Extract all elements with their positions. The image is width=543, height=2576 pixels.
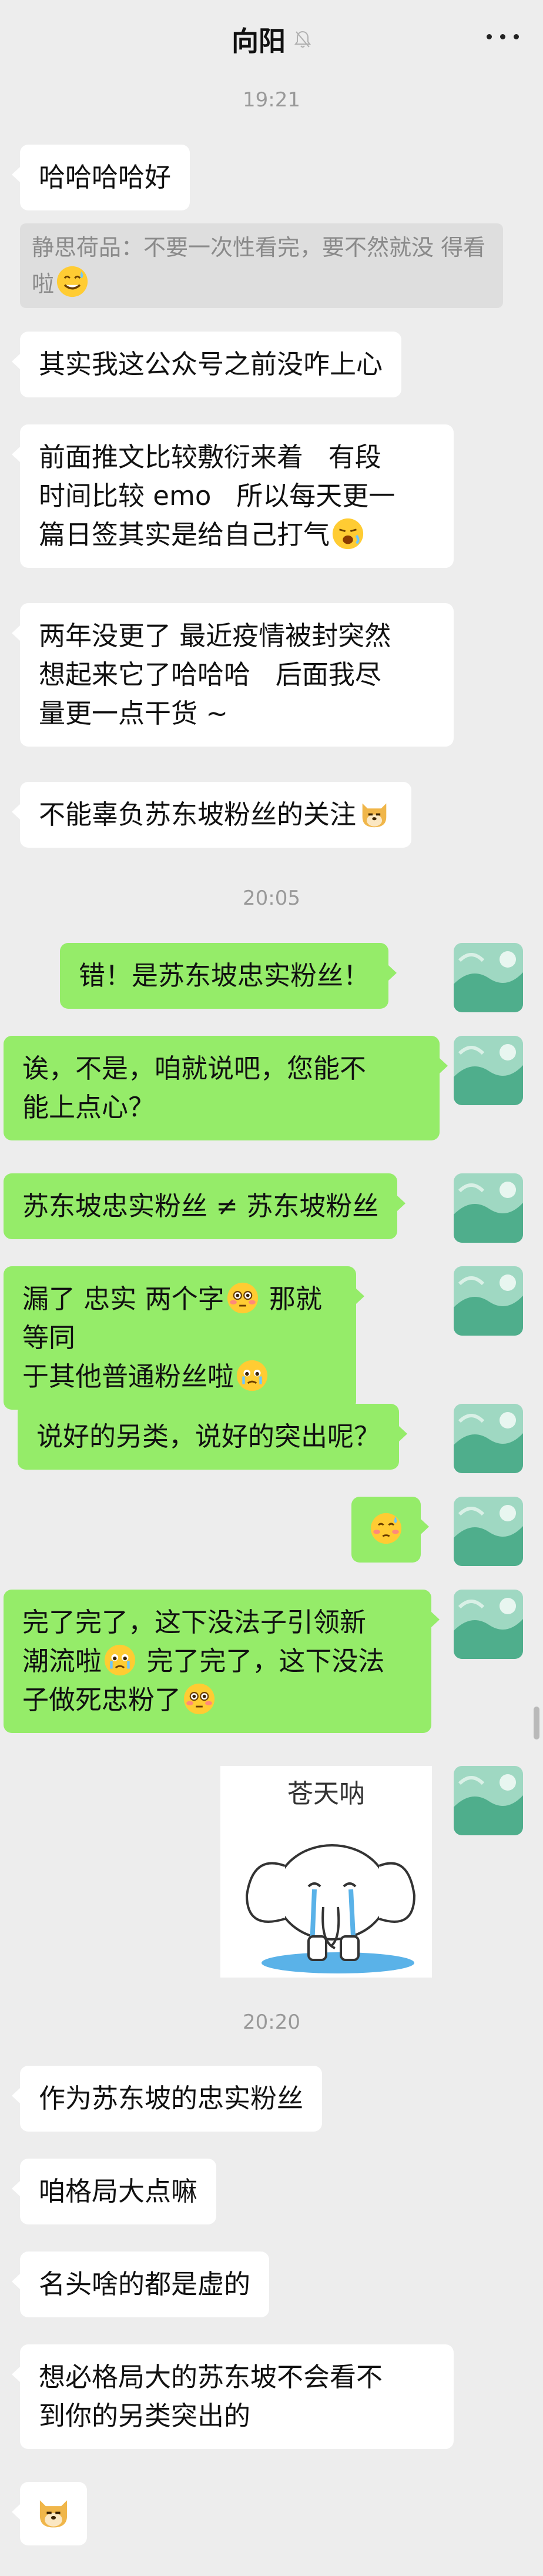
message-incoming[interactable]: 想必格局大的苏东坡不会看不 到你的另类突出的 (12, 2344, 454, 2449)
timestamp: 20:05 (243, 886, 300, 910)
message-outgoing[interactable]: 错！是苏东坡忠实粉丝！ (60, 943, 397, 1009)
message-incoming[interactable] (12, 2482, 87, 2545)
sticker-caption: 苍天呐 (287, 1779, 365, 1809)
avatar[interactable] (454, 1036, 523, 1105)
emoji-sweat-smile (56, 266, 88, 297)
emoji-flushed (183, 1683, 215, 1715)
more-dot (514, 34, 519, 39)
message-text: 两年没更了 最近疫情被封突然 想起来它了哈哈哈 后面我尽 量更一点干货 ~ (39, 620, 391, 729)
timestamp: 19:21 (243, 88, 300, 112)
chat-screen: 向阳 19:21 20:05 20:20 哈哈哈哈好 静思荷品：不要一次性看完，… (0, 0, 543, 2576)
emoji-tired (332, 518, 364, 550)
emoji-doge (39, 2500, 68, 2528)
more-options-button[interactable] (484, 25, 522, 48)
more-dot (487, 34, 492, 39)
bell-muted-icon (294, 31, 311, 48)
message-incoming[interactable]: 咱格局大点嘛 (11, 2159, 217, 2224)
avatar[interactable] (454, 943, 523, 1012)
message-text: 漏了 忠实 两个字 (22, 1283, 224, 1314)
message-text: 诶，不是，咱就说吧，您能不 能上点心？ (22, 1053, 367, 1123)
message-incoming[interactable]: 作为苏东坡的忠实粉丝 (11, 2066, 323, 2132)
message-text: 想必格局大的苏东坡不会看不 到你的另类突出的 (39, 2361, 383, 2431)
message-text: 说好的另类，说好的突出呢？ (36, 1421, 381, 1452)
message-text: 咱格局大点嘛 (39, 2176, 198, 2207)
chat-title: 向阳 (232, 25, 286, 57)
emoji-flushed (227, 1282, 258, 1314)
avatar[interactable] (454, 1766, 523, 1835)
timestamp: 20:20 (243, 2010, 300, 2034)
message-text: 不能辜负苏东坡粉丝的关注 (39, 799, 357, 830)
message-outgoing[interactable]: 漏了 忠实 两个字 那就等同 于其他普通粉丝啦 (4, 1266, 364, 1410)
message-incoming[interactable]: 两年没更了 最近疫情被封突然 想起来它了哈哈哈 后面我尽 量更一点干货 ~ (12, 603, 454, 747)
quoted-text: 静思荷品：不要一次性看完，要不然就没 得看啦 (32, 235, 486, 297)
avatar[interactable] (454, 1173, 523, 1243)
message-outgoing[interactable]: 说好的另类，说好的突出呢？ (18, 1404, 408, 1470)
sticker-elephant-crying[interactable]: 苍天呐 (220, 1766, 432, 1978)
message-text: 其实我这公众号之前没咋上心 (39, 349, 383, 380)
emoji-teary (104, 1644, 136, 1676)
message-text: 错！是苏东坡忠实粉丝！ (79, 960, 370, 991)
scrollbar-thumb[interactable] (534, 1707, 539, 1739)
message-outgoing[interactable]: 完了完了，这下没法子引领新 潮流啦 完了完了，这下没法 子做死忠粉了 (4, 1590, 440, 1733)
avatar[interactable] (454, 1266, 523, 1336)
message-outgoing[interactable]: 苏东坡忠实粉丝 ≠ 苏东坡粉丝 (4, 1173, 406, 1239)
avatar[interactable] (454, 1404, 523, 1473)
message-incoming[interactable]: 前面推文比较敷衍来着 有段 时间比较 emo 所以每天更一 篇日签其实是给自己打… (12, 424, 454, 568)
message-text: 名头啥的都是虚的 (39, 2269, 251, 2300)
message-incoming[interactable]: 哈哈哈哈好 (11, 145, 190, 210)
message-outgoing[interactable]: 诶，不是，咱就说吧，您能不 能上点心？ (4, 1036, 448, 1140)
avatar[interactable] (454, 1590, 523, 1659)
chat-header: 向阳 (0, 0, 543, 75)
quoted-message[interactable]: 静思荷品：不要一次性看完，要不然就没 得看啦 (20, 223, 503, 308)
message-incoming[interactable]: 名头啥的都是虚的 (11, 2252, 270, 2317)
message-text: 苏东坡忠实粉丝 ≠ 苏东坡粉丝 (22, 1190, 379, 1222)
message-incoming[interactable]: 不能辜负苏东坡粉丝的关注 (11, 782, 412, 848)
message-text: 作为苏东坡的忠实粉丝 (39, 2083, 304, 2114)
message-incoming[interactable]: 其实我这公众号之前没咋上心 (11, 332, 402, 397)
avatar[interactable] (454, 1497, 523, 1566)
emoji-doge (362, 803, 387, 828)
more-dot (500, 34, 505, 39)
chat-title-row: 向阳 (0, 20, 543, 59)
emoji-teary (236, 1360, 268, 1391)
message-text: 哈哈哈哈好 (39, 162, 172, 193)
emoji-nervous (370, 1513, 402, 1544)
message-outgoing[interactable] (351, 1497, 429, 1563)
